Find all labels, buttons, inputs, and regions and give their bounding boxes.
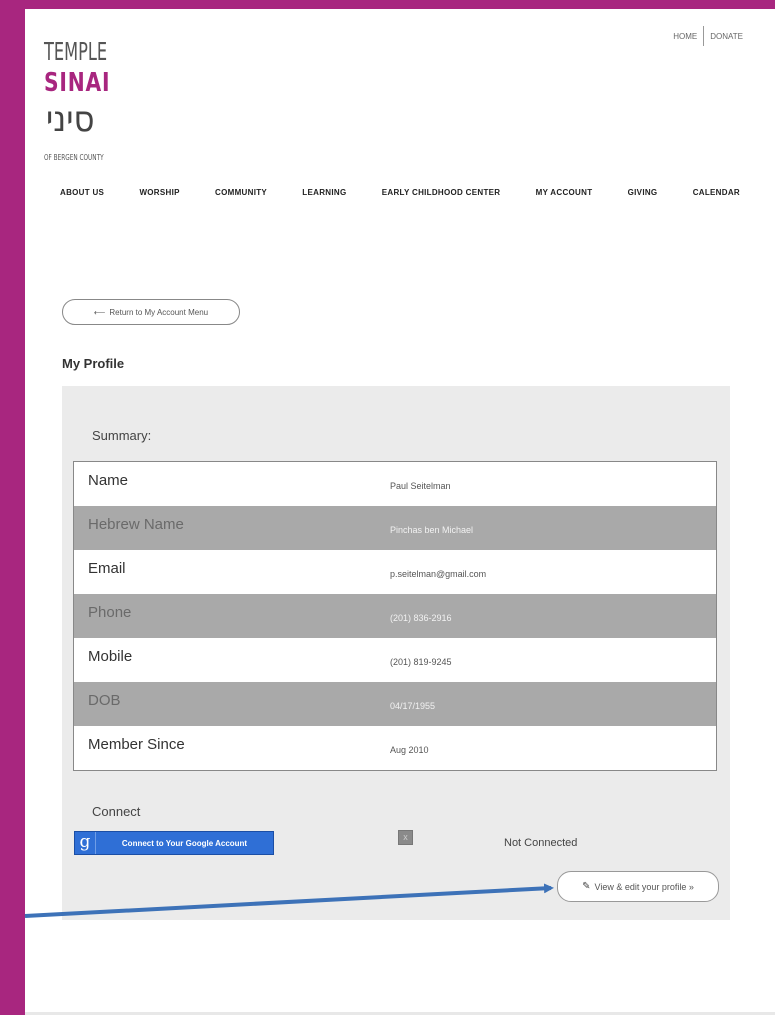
nav-item-about-us[interactable]: ABOUT US (60, 188, 104, 202)
row-value: Paul Seitelman (390, 481, 451, 491)
connect-google-account-button[interactable]: g Connect to Your Google Account (74, 831, 274, 855)
table-row-member-since: Member Since Aug 2010 (74, 726, 716, 770)
connection-status: Not Connected (504, 837, 578, 849)
table-row-mobile: Mobile (201) 819-9245 (74, 638, 716, 682)
logo-hebrew-text: סיני (46, 99, 95, 140)
row-value: Aug 2010 (390, 745, 429, 755)
row-label: Email (88, 560, 126, 577)
logo-sinai-text: SINAI (44, 68, 111, 98)
disconnect-close-icon[interactable]: x (398, 830, 413, 845)
view-edit-profile-button[interactable]: ✎ View & edit your profile » (557, 871, 719, 902)
logo-subtitle: OF BERGEN COUNTY (44, 153, 104, 162)
frame-top-border (0, 0, 775, 9)
summary-heading: Summary: (92, 428, 152, 443)
google-icon: g (75, 832, 96, 854)
edit-button-label: View & edit your profile » (594, 881, 694, 892)
nav-item-my-account[interactable]: MY ACCOUNT (536, 188, 593, 202)
table-row-phone: Phone (201) 836-2916 (74, 594, 716, 638)
row-label: DOB (88, 692, 121, 709)
logo-temple-text: TEMPLE (44, 37, 108, 66)
utility-nav: HOME DONATE (667, 26, 749, 46)
row-value: 04/17/1955 (390, 701, 436, 711)
nav-item-early-childhood-center[interactable]: EARLY CHILDHOOD CENTER (382, 188, 501, 202)
profile-summary-table: Name Paul Seitelman Hebrew Name Pinchas … (73, 461, 717, 771)
nav-item-worship[interactable]: WORSHIP (139, 188, 179, 202)
connect-heading: Connect (92, 804, 141, 819)
return-to-account-menu-button[interactable]: ⟵ Return to My Account Menu (62, 299, 240, 325)
donate-link[interactable]: DONATE (704, 32, 749, 41)
arrow-left-icon: ⟵ (93, 307, 106, 317)
pencil-icon: ✎ (582, 881, 591, 892)
nav-item-community[interactable]: COMMUNITY (215, 188, 267, 202)
row-label: Phone (88, 604, 132, 621)
nav-item-giving[interactable]: GIVING (628, 188, 658, 202)
row-label: Mobile (88, 648, 133, 665)
google-button-label: Connect to Your Google Account (121, 838, 248, 848)
frame-left-border (0, 0, 25, 1015)
row-label: Hebrew Name (88, 516, 184, 533)
profile-panel: Summary: Name Paul Seitelman Hebrew Name… (62, 386, 730, 920)
table-row-dob: DOB 04/17/1955 (74, 682, 716, 726)
table-row-name: Name Paul Seitelman (74, 462, 716, 506)
row-label: Name (88, 472, 129, 489)
main-nav: ABOUT US WORSHIP COMMUNITY LEARNING EARL… (60, 188, 740, 202)
table-row-hebrew-name: Hebrew Name Pinchas ben Michael (74, 506, 716, 550)
row-label: Member Since (88, 736, 185, 753)
table-row-email: Email p.seitelman@gmail.com (74, 550, 716, 594)
row-value: Pinchas ben Michael (390, 525, 474, 535)
home-link[interactable]: HOME (667, 32, 703, 41)
row-value: (201) 819-9245 (390, 657, 452, 667)
nav-item-learning[interactable]: LEARNING (302, 188, 346, 202)
row-value: p.seitelman@gmail.com (390, 569, 487, 579)
nav-item-calendar[interactable]: CALENDAR (693, 188, 740, 202)
page-title: My Profile (62, 356, 125, 371)
row-value: (201) 836-2916 (390, 613, 452, 623)
return-button-label: Return to My Account Menu (109, 307, 209, 317)
temple-sinai-logo[interactable]: TEMPLE SINAI סיני OF BERGEN COUNTY (44, 38, 134, 168)
